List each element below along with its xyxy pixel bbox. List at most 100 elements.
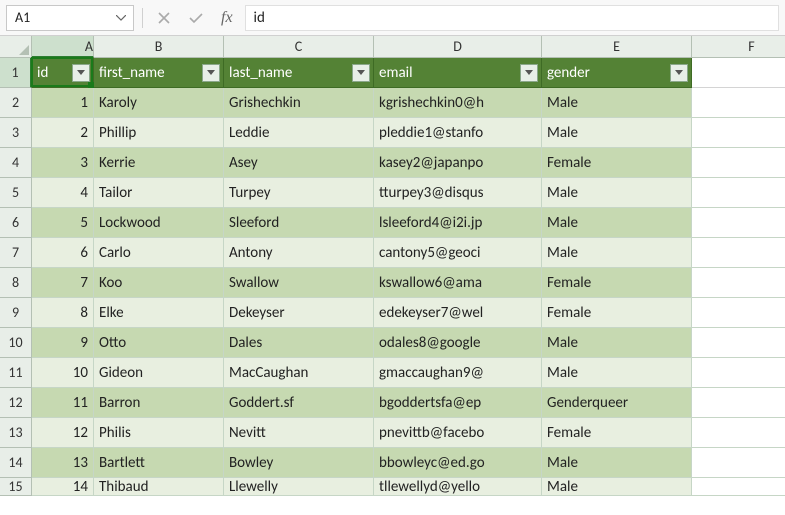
- cell-gender[interactable]: Female: [542, 148, 692, 178]
- cell-email[interactable]: kgrishechkin0@h: [374, 88, 542, 118]
- cell-id[interactable]: 14: [32, 478, 94, 496]
- cell-last-name[interactable]: MacCaughan: [224, 358, 374, 388]
- row-header-11[interactable]: 11: [0, 358, 32, 388]
- header-cell-gender[interactable]: gender: [542, 58, 692, 88]
- empty-cell[interactable]: [692, 298, 785, 328]
- empty-cell[interactable]: [692, 58, 785, 88]
- cell-gender[interactable]: Male: [542, 208, 692, 238]
- empty-cell[interactable]: [692, 358, 785, 388]
- filter-button-last-name[interactable]: [352, 64, 370, 82]
- cell-email[interactable]: edekeyser7@wel: [374, 298, 542, 328]
- cell-email[interactable]: kswallow6@ama: [374, 268, 542, 298]
- empty-cell[interactable]: [692, 208, 785, 238]
- cell-first-name[interactable]: Karoly: [94, 88, 224, 118]
- cell-id[interactable]: 1: [32, 88, 94, 118]
- filter-button-email[interactable]: [520, 64, 538, 82]
- row-header-8[interactable]: 8: [0, 268, 32, 298]
- cell-first-name[interactable]: Lockwood: [94, 208, 224, 238]
- cell-last-name[interactable]: Bowley: [224, 448, 374, 478]
- cell-gender[interactable]: Male: [542, 178, 692, 208]
- cell-last-name[interactable]: Dales: [224, 328, 374, 358]
- cell-first-name[interactable]: Gideon: [94, 358, 224, 388]
- row-header-10[interactable]: 10: [0, 328, 32, 358]
- empty-cell[interactable]: [692, 268, 785, 298]
- cell-first-name[interactable]: Tailor: [94, 178, 224, 208]
- fx-icon[interactable]: fx: [215, 9, 239, 27]
- cell-last-name[interactable]: Nevitt: [224, 418, 374, 448]
- cell-gender[interactable]: Male: [542, 328, 692, 358]
- cell-email[interactable]: lsleeford4@i2i.jp: [374, 208, 542, 238]
- enter-formula-button[interactable]: [183, 5, 209, 31]
- cell-email[interactable]: tturpey3@disqus: [374, 178, 542, 208]
- cell-id[interactable]: 5: [32, 208, 94, 238]
- row-header-14[interactable]: 14: [0, 448, 32, 478]
- filter-button-first-name[interactable]: [202, 64, 220, 82]
- row-header-6[interactable]: 6: [0, 208, 32, 238]
- cell-gender[interactable]: Female: [542, 268, 692, 298]
- cell-gender[interactable]: Genderqueer: [542, 388, 692, 418]
- worksheet-grid[interactable]: A B C D E F 1 2 3 4 5 6 7 8 9 10 11 12 1…: [0, 36, 785, 515]
- cell-gender[interactable]: Male: [542, 448, 692, 478]
- cell-email[interactable]: cantony5@geoci: [374, 238, 542, 268]
- cell-last-name[interactable]: Turpey: [224, 178, 374, 208]
- cell-id[interactable]: 13: [32, 448, 94, 478]
- filter-button-id[interactable]: [72, 64, 90, 82]
- col-header-C[interactable]: C: [224, 36, 374, 58]
- row-header-12[interactable]: 12: [0, 388, 32, 418]
- select-all-corner[interactable]: [0, 36, 32, 58]
- cell-id[interactable]: 9: [32, 328, 94, 358]
- col-header-A[interactable]: A: [32, 36, 94, 58]
- row-header-2[interactable]: 2: [0, 88, 32, 118]
- cell-last-name[interactable]: Grishechkin: [224, 88, 374, 118]
- cell-first-name[interactable]: Philis: [94, 418, 224, 448]
- row-header-4[interactable]: 4: [0, 148, 32, 178]
- cell-id[interactable]: 6: [32, 238, 94, 268]
- empty-cell[interactable]: [692, 118, 785, 148]
- cell-id[interactable]: 2: [32, 118, 94, 148]
- cell-first-name[interactable]: Elke: [94, 298, 224, 328]
- cell-first-name[interactable]: Kerrie: [94, 148, 224, 178]
- cell-email[interactable]: bgoddertsfa@ep: [374, 388, 542, 418]
- empty-cell[interactable]: [692, 178, 785, 208]
- cell-last-name[interactable]: Dekeyser: [224, 298, 374, 328]
- row-header-3[interactable]: 3: [0, 118, 32, 148]
- col-header-E[interactable]: E: [542, 36, 692, 58]
- empty-cell[interactable]: [692, 148, 785, 178]
- cell-last-name[interactable]: Llewelly: [224, 478, 374, 496]
- row-header-5[interactable]: 5: [0, 178, 32, 208]
- cell-email[interactable]: bbowleyc@ed.go: [374, 448, 542, 478]
- cell-first-name[interactable]: Otto: [94, 328, 224, 358]
- col-header-D[interactable]: D: [374, 36, 542, 58]
- header-cell-email[interactable]: email: [374, 58, 542, 88]
- cell-gender[interactable]: Male: [542, 88, 692, 118]
- cell-gender[interactable]: Male: [542, 118, 692, 148]
- cell-id[interactable]: 11: [32, 388, 94, 418]
- cell-email[interactable]: tllewellyd@yello: [374, 478, 542, 496]
- cancel-formula-button[interactable]: [151, 5, 177, 31]
- cell-first-name[interactable]: Thibaud: [94, 478, 224, 496]
- cell-last-name[interactable]: Asey: [224, 148, 374, 178]
- cell-first-name[interactable]: Koo: [94, 268, 224, 298]
- empty-cell[interactable]: [692, 328, 785, 358]
- cell-last-name[interactable]: Antony: [224, 238, 374, 268]
- cell-email[interactable]: odales8@google: [374, 328, 542, 358]
- cell-gender[interactable]: Male: [542, 238, 692, 268]
- cell-id[interactable]: 10: [32, 358, 94, 388]
- filter-button-gender[interactable]: [670, 64, 688, 82]
- header-cell-id[interactable]: id: [32, 58, 94, 88]
- col-header-B[interactable]: B: [94, 36, 224, 58]
- cell-gender[interactable]: Female: [542, 418, 692, 448]
- empty-cell[interactable]: [692, 88, 785, 118]
- cell-first-name[interactable]: Carlo: [94, 238, 224, 268]
- cell-first-name[interactable]: Phillip: [94, 118, 224, 148]
- col-header-F[interactable]: F: [692, 36, 785, 58]
- formula-input[interactable]: id: [245, 5, 779, 31]
- cell-last-name[interactable]: Goddert.sf: [224, 388, 374, 418]
- chevron-down-icon[interactable]: [115, 12, 127, 24]
- empty-cell[interactable]: [692, 478, 785, 496]
- header-cell-last-name[interactable]: last_name: [224, 58, 374, 88]
- cell-last-name[interactable]: Swallow: [224, 268, 374, 298]
- name-box[interactable]: A1: [6, 5, 134, 31]
- cell-first-name[interactable]: Barron: [94, 388, 224, 418]
- cell-id[interactable]: 8: [32, 298, 94, 328]
